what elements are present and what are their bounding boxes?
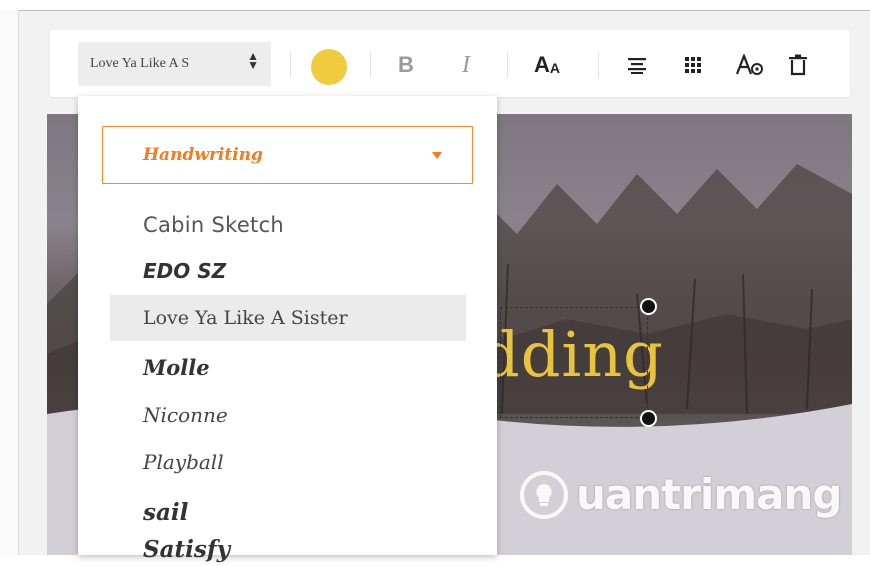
delete-button[interactable]	[785, 48, 811, 82]
bold-button[interactable]: B	[394, 48, 418, 82]
text-color-button[interactable]	[311, 49, 347, 85]
font-option[interactable]: EDO SZ	[110, 248, 466, 294]
left-panel-edge	[0, 10, 19, 555]
italic-button[interactable]: I	[454, 48, 478, 82]
text-toolbar: Love Ya Like A S ▲ ▼ B I AA	[50, 30, 850, 97]
resize-handle-top[interactable]	[640, 298, 657, 315]
window-top-border	[0, 0, 870, 11]
font-family-select[interactable]: Love Ya Like A S ▲ ▼	[78, 42, 271, 86]
grid-button[interactable]	[680, 48, 706, 82]
font-dropdown-panel: Handwriting Cabin Sketch EDO SZ Love Ya …	[78, 96, 497, 563]
align-center-button[interactable]	[624, 48, 650, 82]
font-category-value: Handwriting	[143, 145, 263, 165]
font-size-big-letter: A	[533, 52, 550, 77]
font-category-select[interactable]: Handwriting	[102, 126, 473, 184]
font-option[interactable]: Satisfy	[110, 536, 466, 566]
font-option[interactable]: Molle	[110, 344, 466, 390]
font-size-button[interactable]: AA	[530, 48, 564, 82]
font-size-small-letter: A	[549, 59, 560, 76]
font-option[interactable]: sail	[110, 489, 466, 535]
separator	[290, 52, 291, 78]
grid-icon	[685, 57, 701, 73]
caret-down-icon	[432, 152, 442, 159]
text-selection-box[interactable]	[500, 307, 648, 418]
align-center-icon	[628, 58, 646, 74]
font-option[interactable]: Niconne	[110, 392, 466, 438]
separator	[370, 52, 371, 78]
text-effect-icon	[735, 54, 763, 75]
font-option[interactable]: Cabin Sketch	[110, 202, 466, 248]
font-option[interactable]: Playball	[110, 439, 466, 485]
separator	[598, 52, 599, 78]
font-family-value: Love Ya Like A S	[90, 56, 190, 71]
watermark-text: uantrimang	[576, 470, 842, 519]
watermark: uantrimang	[520, 470, 842, 519]
resize-handle-bottom[interactable]	[640, 410, 657, 427]
chevron-updown-icon: ▲ ▼	[247, 49, 259, 72]
lightbulb-icon	[520, 470, 568, 519]
text-effect-button[interactable]	[734, 48, 766, 82]
trash-icon	[789, 54, 807, 76]
font-option-selected[interactable]: Love Ya Like A Sister	[110, 295, 466, 341]
separator	[507, 52, 508, 78]
